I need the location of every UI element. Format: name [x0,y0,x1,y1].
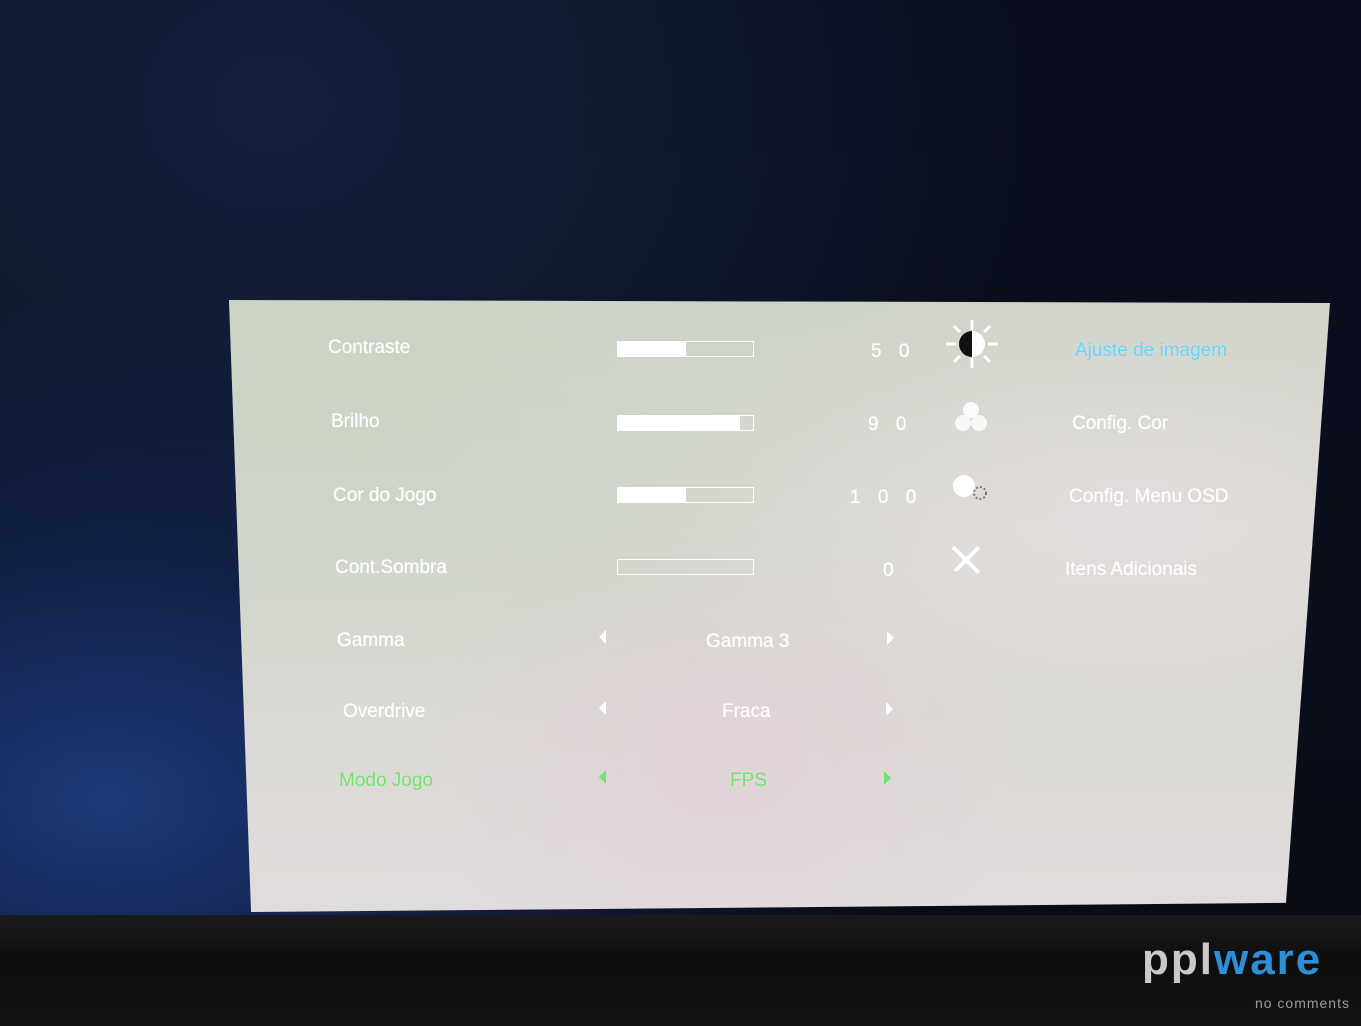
row-label-gamma[interactable]: Gamma [337,630,405,652]
color-circles-icon[interactable] [951,399,991,435]
value-contraste: 5 0 [871,341,916,362]
menu-item-ajuste-de-imagem[interactable]: Ajuste de imagem [1075,340,1227,362]
arrow-right-icon[interactable] [886,702,893,716]
pplware-watermark-logo: pplware no comments [1142,935,1354,1021]
logo-ware: ware [1213,935,1323,984]
logo-ppl: ppl [1142,935,1214,984]
slider-contraste[interactable] [617,341,754,357]
menu-item-config-cor[interactable]: Config. Cor [1072,413,1168,435]
slider-brilho[interactable] [617,415,754,431]
value-overdrive: Fraca [722,701,771,722]
row-label-contraste[interactable]: Contraste [328,337,410,359]
menu-item-config-menu-osd[interactable]: Config. Menu OSD [1069,486,1228,508]
arrow-right-icon[interactable] [887,631,894,645]
brightness-contrast-icon[interactable] [944,318,1000,370]
slider-cont-sombra[interactable] [617,559,754,575]
row-label-cont-sombra[interactable]: Cont.Sombra [335,557,447,579]
value-brilho: 9 0 [868,414,913,435]
logo-tagline: no comments [1254,995,1350,1011]
slider-fill [618,488,686,502]
value-modo-jogo: FPS [730,770,767,791]
row-label-modo-jogo[interactable]: Modo Jogo [339,770,433,792]
osd-menu-panel [229,300,1330,912]
arrow-left-icon[interactable] [599,770,606,784]
row-label-overdrive[interactable]: Overdrive [343,701,425,723]
slider-cor-do-jogo[interactable] [617,487,754,503]
value-cor-do-jogo: 1 0 0 [850,487,923,508]
osd-settings-icon[interactable] [950,471,990,505]
value-gamma: Gamma 3 [706,631,790,652]
tools-icon[interactable] [949,543,985,577]
value-cont-sombra: 0 [883,560,900,581]
logo-wordmark: pplware [1142,935,1322,985]
row-label-cor-do-jogo[interactable]: Cor do Jogo [333,485,437,507]
row-label-brilho[interactable]: Brilho [331,411,380,433]
menu-item-itens-adicionais[interactable]: Itens Adicionais [1065,559,1197,581]
slider-fill [618,342,686,356]
arrow-right-icon[interactable] [884,771,891,785]
arrow-left-icon[interactable] [599,701,606,715]
slider-fill [618,416,740,430]
arrow-left-icon[interactable] [599,630,606,644]
